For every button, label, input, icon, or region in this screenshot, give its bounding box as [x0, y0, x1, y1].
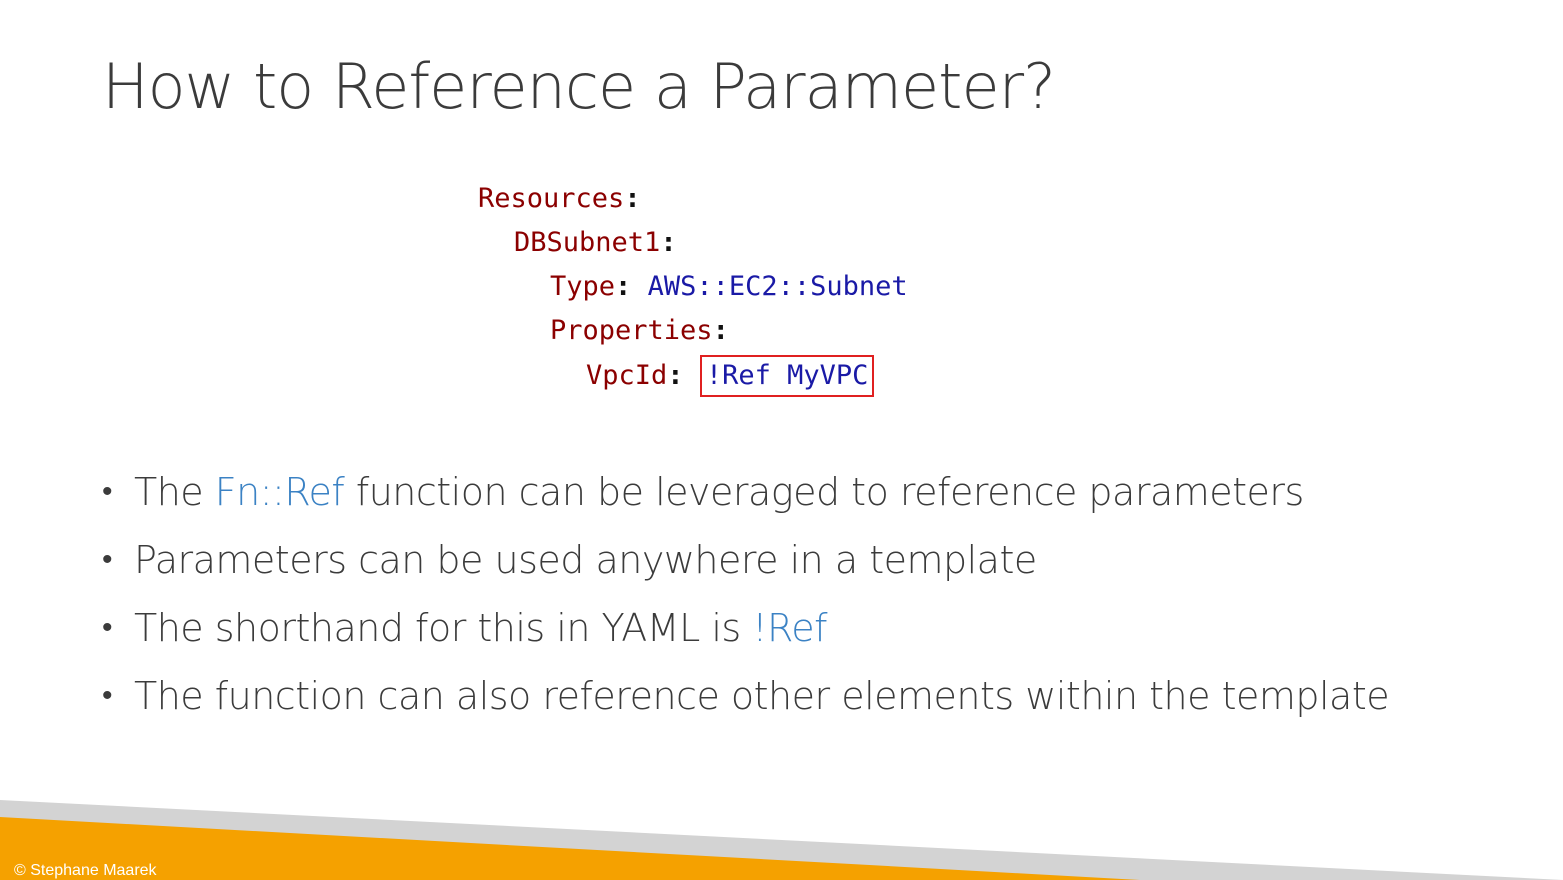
footer-decoration: [0, 800, 1563, 880]
copyright-text: © Stephane Maarek: [14, 862, 157, 879]
